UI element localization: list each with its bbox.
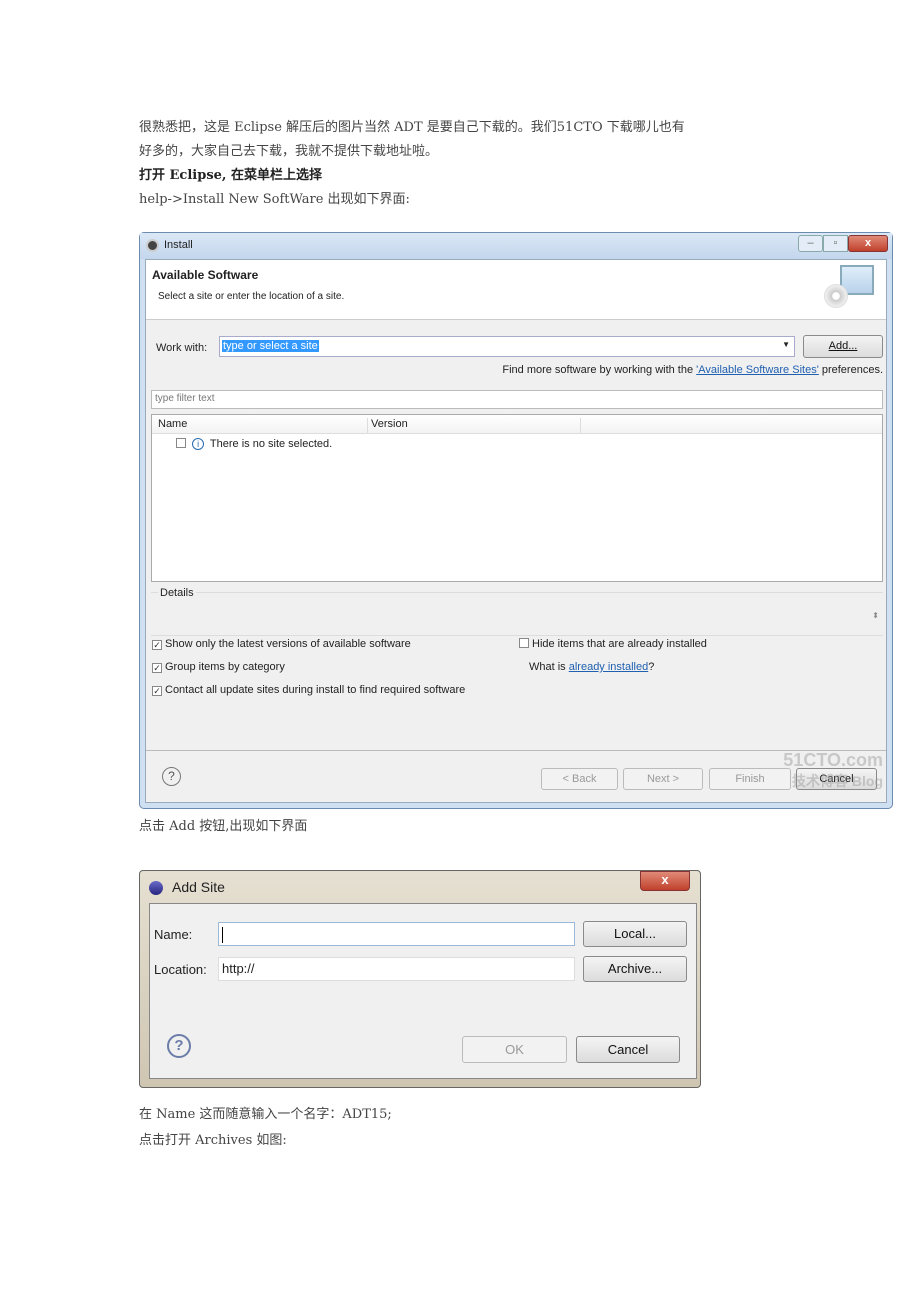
paragraph: help->Install New SoftWare 出现如下界面: [139,192,410,207]
location-label: Location: [154,962,207,977]
minimize-button[interactable]: ‒ [798,235,823,252]
option-hide-installed[interactable]: Hide items that are already installed [519,638,707,650]
name-label: Name: [154,927,193,942]
paragraph: 点击 Add 按钮,出现如下界面 [139,819,308,834]
title-bar: Install ‒ ▫ x [140,233,892,259]
what-is-installed: What is already installed? [529,661,655,673]
row-checkbox[interactable] [176,438,186,448]
ok-button[interactable]: OK [462,1036,567,1063]
finish-button[interactable]: Finish [709,768,791,790]
archive-button[interactable]: Archive... [583,956,687,982]
header-subtitle: Select a site or enter the location of a… [158,291,345,302]
software-table: Name Version i There is no site selected… [151,414,883,582]
close-button[interactable]: x [848,235,888,252]
paragraph: 点击打开 Archives 如图: [139,1133,287,1148]
back-button[interactable]: < Back [541,768,618,790]
add-site-dialog: Add Site x Name: Local... Location: http… [139,870,701,1088]
add-button[interactable]: Add... [803,335,883,358]
dialog-body: Available Software Select a site or ente… [145,259,887,803]
column-version[interactable]: Version [371,418,581,434]
help-icon[interactable]: ? [167,1034,191,1058]
next-button[interactable]: Next > [623,768,703,790]
find-more-text: Find more software by working with the '… [502,364,883,376]
available-software-sites-link[interactable]: 'Available Software Sites' [696,364,819,376]
table-header: Name Version [152,415,882,434]
install-dialog: Install ‒ ▫ x Available Software Select … [139,232,893,809]
maximize-button[interactable]: ▫ [823,235,848,252]
dialog-title: Install [164,239,193,251]
already-installed-link[interactable]: already installed [569,661,649,673]
cd-icon [824,284,848,308]
name-input[interactable] [218,922,575,946]
option-contact-update-sites[interactable]: ✓ Contact all update sites during install… [152,684,465,696]
dialog-body: Name: Local... Location: http:// Archive… [149,903,697,1079]
header-title: Available Software [152,268,259,282]
filter-input[interactable]: type filter text [151,390,883,409]
paragraph: 很熟悉把，这是 Eclipse 解压后的图片当然 ADT 是要自己下载的。我们5… [139,120,685,135]
header-area: Available Software Select a site or ente… [146,260,886,320]
work-with-label: Work with: [156,342,208,354]
work-with-combo[interactable]: type or select a site ▼ [219,336,795,357]
paragraph: 在 Name 这而随意输入一个名字：ADT15; [139,1107,392,1122]
option-group-by-category[interactable]: ✓ Group items by category [152,661,285,673]
paragraph-bold: 打开 Eclipse, 在菜单栏上选择 [139,168,322,183]
local-button[interactable]: Local... [583,921,687,947]
table-row[interactable]: i There is no site selected. [176,438,332,450]
help-icon[interactable]: ? [162,767,181,786]
dialog-title: Add Site [172,879,225,895]
eclipse-icon [146,239,159,252]
details-scroll-icon[interactable]: ⬍ [872,611,879,620]
separator [146,750,886,751]
details-label: Details [158,587,196,599]
eclipse-icon [149,881,163,895]
paragraph: 好多的，大家自己去下载，我就不提供下载地址啦。 [139,144,439,159]
cancel-button[interactable]: Cancel [576,1036,680,1063]
work-with-value: type or select a site [222,340,319,352]
details-group: Details ⬍ [151,587,883,636]
column-name[interactable]: Name [158,418,368,434]
option-latest-versions[interactable]: ✓ Show only the latest versions of availa… [152,638,411,650]
close-button[interactable]: x [640,871,690,891]
cancel-button[interactable]: Cancel [796,768,877,790]
info-icon: i [192,438,205,450]
dropdown-arrow-icon[interactable]: ▼ [782,340,790,349]
location-input[interactable]: http:// [218,957,575,981]
